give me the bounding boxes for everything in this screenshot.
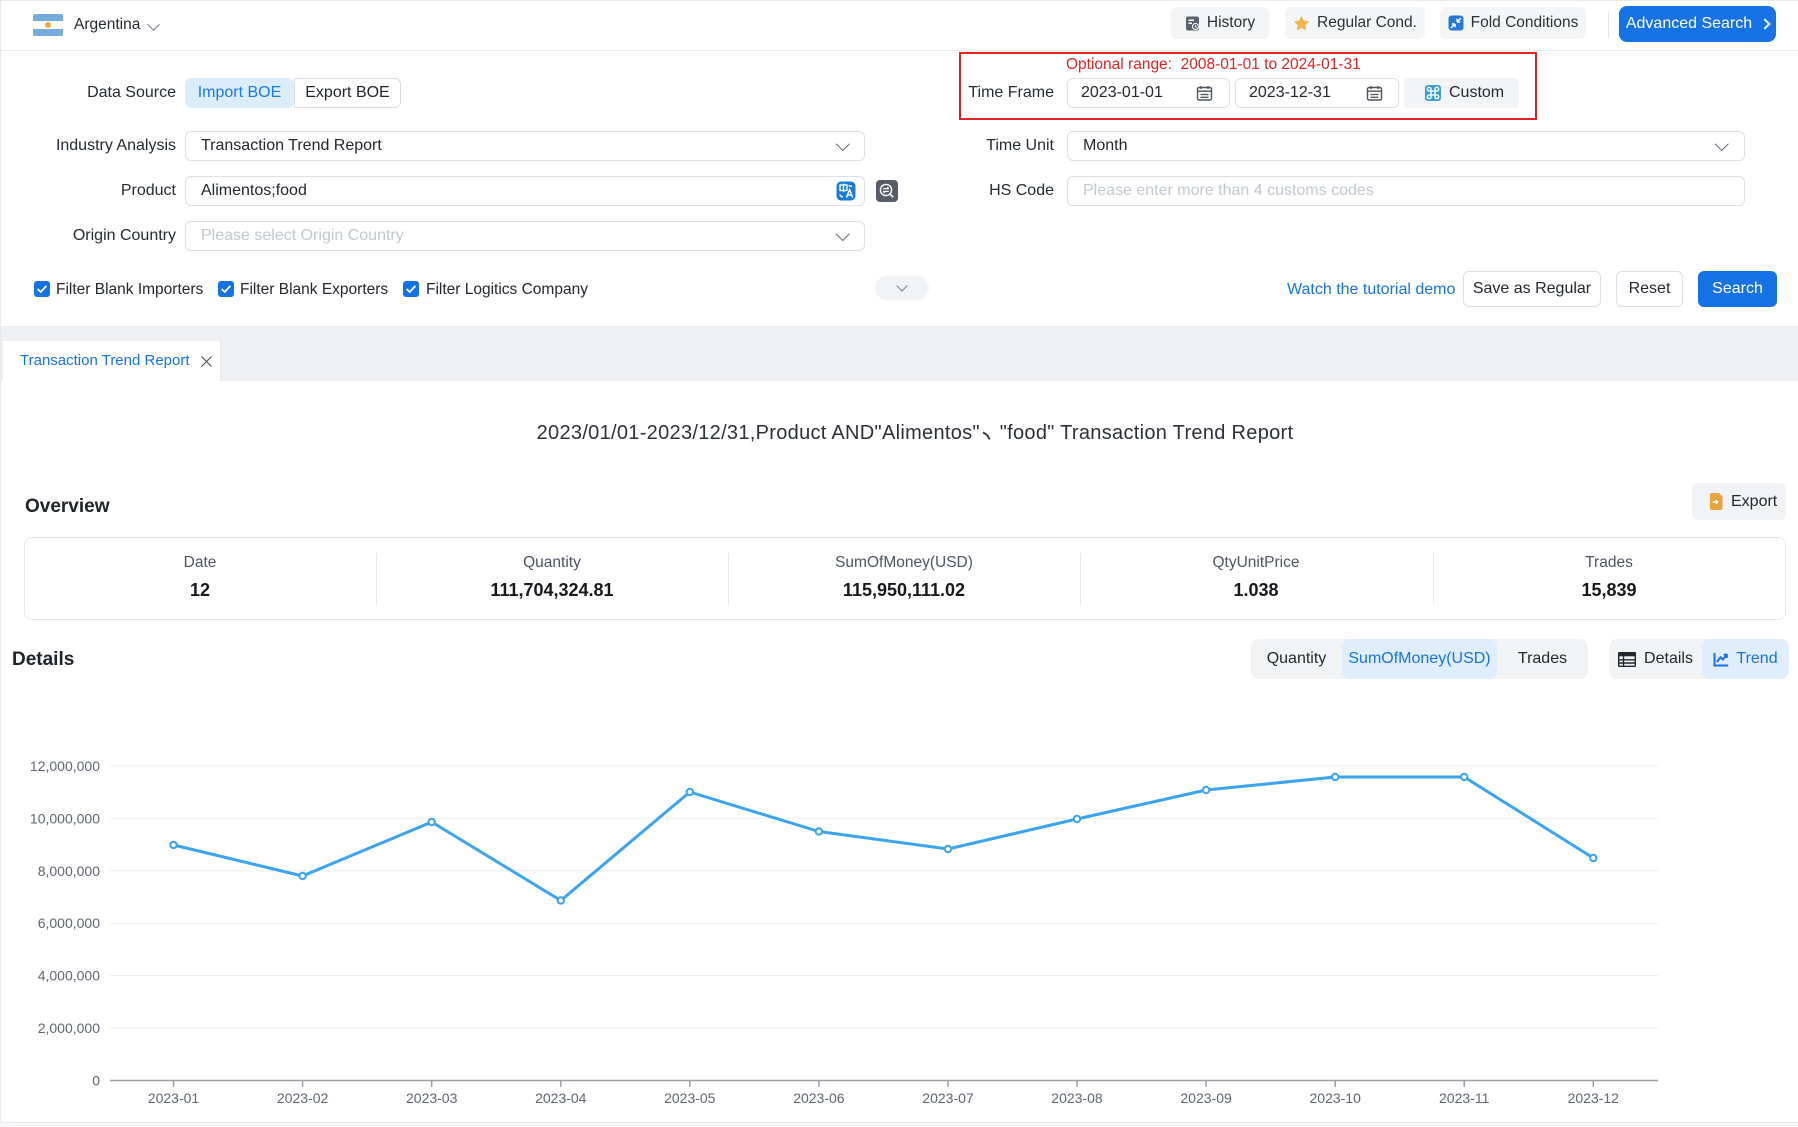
svg-text:2023-09: 2023-09 xyxy=(1180,1090,1232,1106)
svg-text:2023-12: 2023-12 xyxy=(1568,1090,1620,1106)
svg-text:2023-05: 2023-05 xyxy=(664,1090,716,1106)
svg-text:2023-11: 2023-11 xyxy=(1439,1090,1490,1106)
svg-text:10,000,000: 10,000,000 xyxy=(30,810,100,826)
svg-text:8,000,000: 8,000,000 xyxy=(38,863,100,879)
svg-text:2023-07: 2023-07 xyxy=(922,1090,974,1106)
svg-text:2023-04: 2023-04 xyxy=(535,1090,587,1106)
svg-text:12,000,000: 12,000,000 xyxy=(30,758,100,774)
svg-text:6,000,000: 6,000,000 xyxy=(38,915,100,931)
svg-text:4,000,000: 4,000,000 xyxy=(38,968,100,984)
svg-text:2023-03: 2023-03 xyxy=(406,1090,458,1106)
svg-text:2023-10: 2023-10 xyxy=(1310,1090,1362,1106)
svg-text:2,000,000: 2,000,000 xyxy=(38,1020,100,1036)
svg-text:2023-08: 2023-08 xyxy=(1051,1090,1103,1106)
svg-text:2023-06: 2023-06 xyxy=(793,1090,845,1106)
svg-text:2023-02: 2023-02 xyxy=(277,1090,329,1106)
svg-text:0: 0 xyxy=(92,1073,100,1089)
svg-text:2023-01: 2023-01 xyxy=(148,1090,200,1106)
